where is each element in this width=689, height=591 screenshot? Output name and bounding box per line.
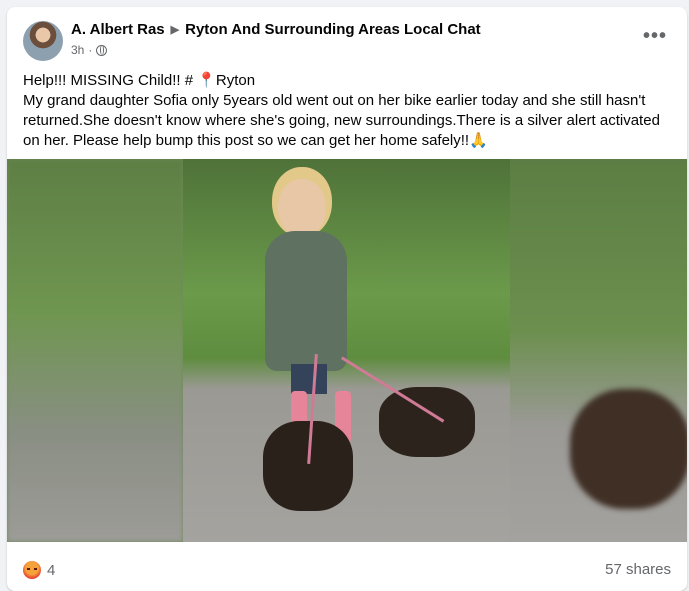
photo-dog <box>379 387 475 457</box>
photo-girl-legs <box>291 364 327 394</box>
post-card: A. Albert Ras ▶ Ryton And Surrounding Ar… <box>7 7 687 591</box>
globe-icon <box>96 44 108 56</box>
photo-girl-head <box>278 179 326 237</box>
reactions[interactable]: 4 <box>23 561 55 579</box>
post-place: Ryton <box>215 72 256 89</box>
map-pin-icon: 📍 <box>197 72 216 89</box>
post-photo[interactable] <box>7 159 687 542</box>
meta-separator: · <box>88 43 93 57</box>
photo-dog <box>263 421 353 511</box>
post-title-prefix: Help!!! MISSING Child!! # <box>23 72 198 89</box>
reaction-count: 4 <box>47 561 56 579</box>
author-avatar[interactable] <box>23 21 63 61</box>
post-meta: 3h · <box>71 43 108 57</box>
author-name[interactable]: A. Albert Ras <box>71 21 165 38</box>
post-body: My grand daughter Sofia only 5years old … <box>23 92 660 149</box>
shares-count[interactable]: 57 shares <box>605 561 671 578</box>
group-name[interactable]: Ryton And Surrounding Areas Local Chat <box>185 21 481 38</box>
post-title-line: Help!!! MISSING Child!! # 📍Ryton <box>23 71 663 91</box>
caret-right-icon: ▶ <box>170 24 180 36</box>
photo-blur-dog <box>570 389 687 509</box>
post-header: A. Albert Ras ▶ Ryton And Surrounding Ar… <box>71 21 481 38</box>
angry-reaction-icon <box>23 561 41 579</box>
post-text: Help!!! MISSING Child!! # 📍Ryton My gran… <box>23 71 663 151</box>
photo-main <box>183 159 510 542</box>
photo-blur-left <box>7 159 183 542</box>
more-options-icon[interactable]: ••• <box>643 25 667 48</box>
photo-girl-coat <box>265 231 347 371</box>
post-time[interactable]: 3h <box>71 43 84 57</box>
post-footer: 4 57 shares <box>7 542 687 591</box>
photo-blur-right <box>510 159 687 542</box>
